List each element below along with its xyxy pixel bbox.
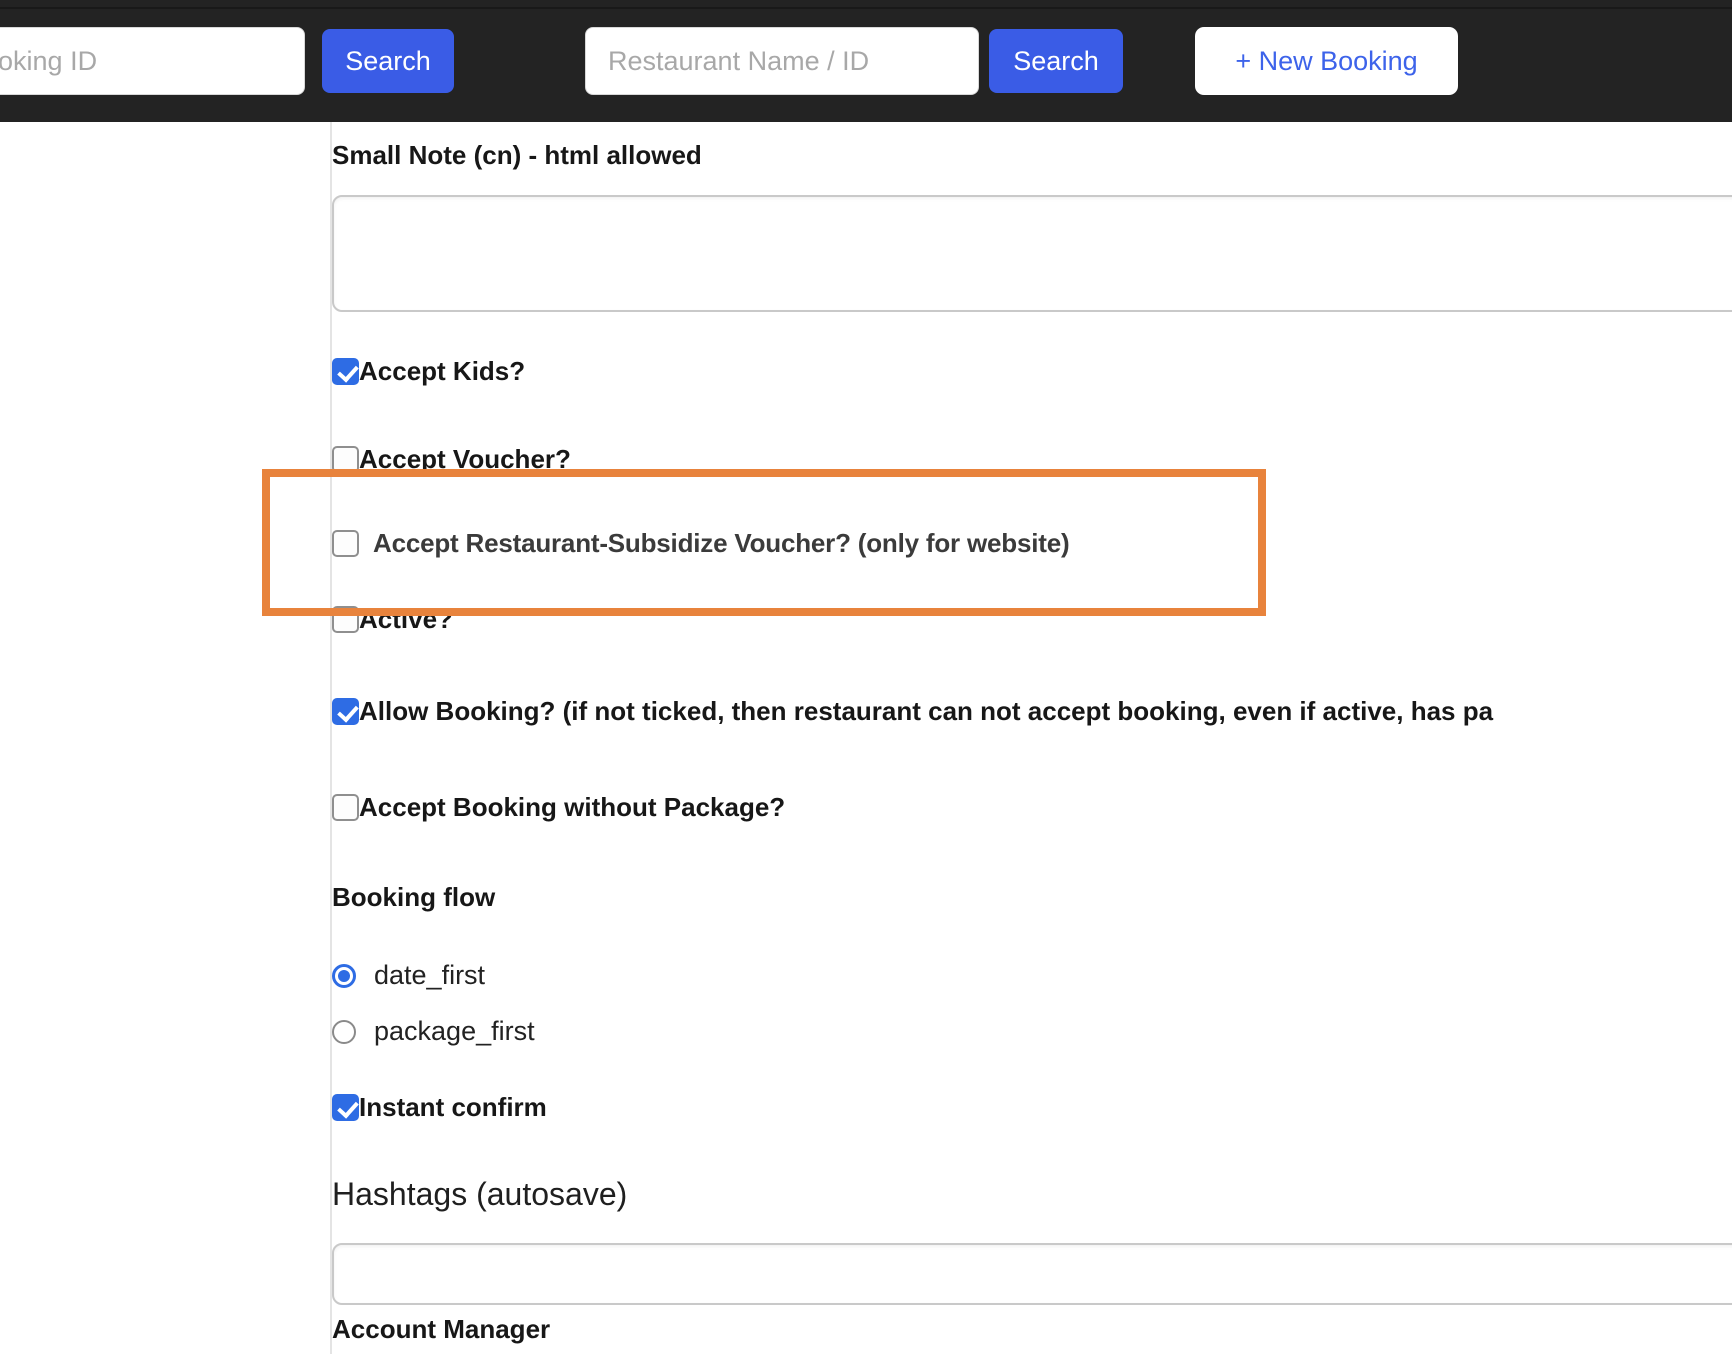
subsidize-voucher-checkbox[interactable]	[332, 530, 359, 557]
allow-booking-label: Allow Booking? (if not ticked, then rest…	[359, 696, 1493, 727]
booking-search-button[interactable]: Search	[322, 29, 454, 93]
checkbox-row-without-package: Accept Booking without Package?	[332, 792, 785, 823]
checkbox-row-subsidize-voucher: Accept Restaurant-Subsidize Voucher? (on…	[332, 528, 1069, 559]
allow-booking-checkbox[interactable]	[332, 698, 359, 725]
restaurant-search-button[interactable]: Search	[989, 29, 1123, 93]
booking-without-package-checkbox[interactable]	[332, 794, 359, 821]
booking-flow-label: Booking flow	[332, 882, 495, 913]
accept-kids-checkbox[interactable]	[332, 358, 359, 385]
subsidize-voucher-label: Accept Restaurant-Subsidize Voucher? (on…	[373, 528, 1069, 559]
booking-id-input[interactable]	[0, 27, 305, 95]
top-navigation-bar: Search Search + New Booking	[0, 0, 1732, 122]
checkbox-row-instant-confirm: Instant confirm	[332, 1092, 547, 1123]
date-first-label: date_first	[374, 960, 485, 991]
checkbox-row-active: Active?	[332, 604, 453, 635]
package-first-label: package_first	[374, 1016, 535, 1047]
radio-row-package-first: package_first	[332, 1016, 535, 1047]
content-left-border	[330, 122, 332, 1354]
package-first-radio[interactable]	[332, 1020, 356, 1044]
checkbox-row-accept-voucher: Accept Voucher?	[332, 444, 571, 475]
date-first-radio[interactable]	[332, 964, 356, 988]
hashtags-heading: Hashtags (autosave)	[332, 1176, 627, 1213]
instant-confirm-label: Instant confirm	[359, 1092, 547, 1123]
booking-without-package-label: Accept Booking without Package?	[359, 792, 785, 823]
accept-kids-label: Accept Kids?	[359, 356, 525, 387]
small-note-label: Small Note (cn) - html allowed	[332, 140, 702, 171]
checkbox-row-allow-booking: Allow Booking? (if not ticked, then rest…	[332, 696, 1493, 727]
active-label: Active?	[359, 604, 453, 635]
accept-voucher-label: Accept Voucher?	[359, 444, 571, 475]
radio-row-date-first: date_first	[332, 960, 485, 991]
account-manager-label: Account Manager	[332, 1314, 550, 1345]
active-checkbox[interactable]	[332, 606, 359, 633]
hashtags-input[interactable]	[332, 1243, 1732, 1305]
small-note-textarea[interactable]	[332, 195, 1732, 312]
instant-confirm-checkbox[interactable]	[332, 1094, 359, 1121]
new-booking-button[interactable]: + New Booking	[1195, 27, 1458, 95]
checkbox-row-accept-kids: Accept Kids?	[332, 356, 525, 387]
restaurant-search-input[interactable]	[585, 27, 979, 95]
accept-voucher-checkbox[interactable]	[332, 446, 359, 473]
